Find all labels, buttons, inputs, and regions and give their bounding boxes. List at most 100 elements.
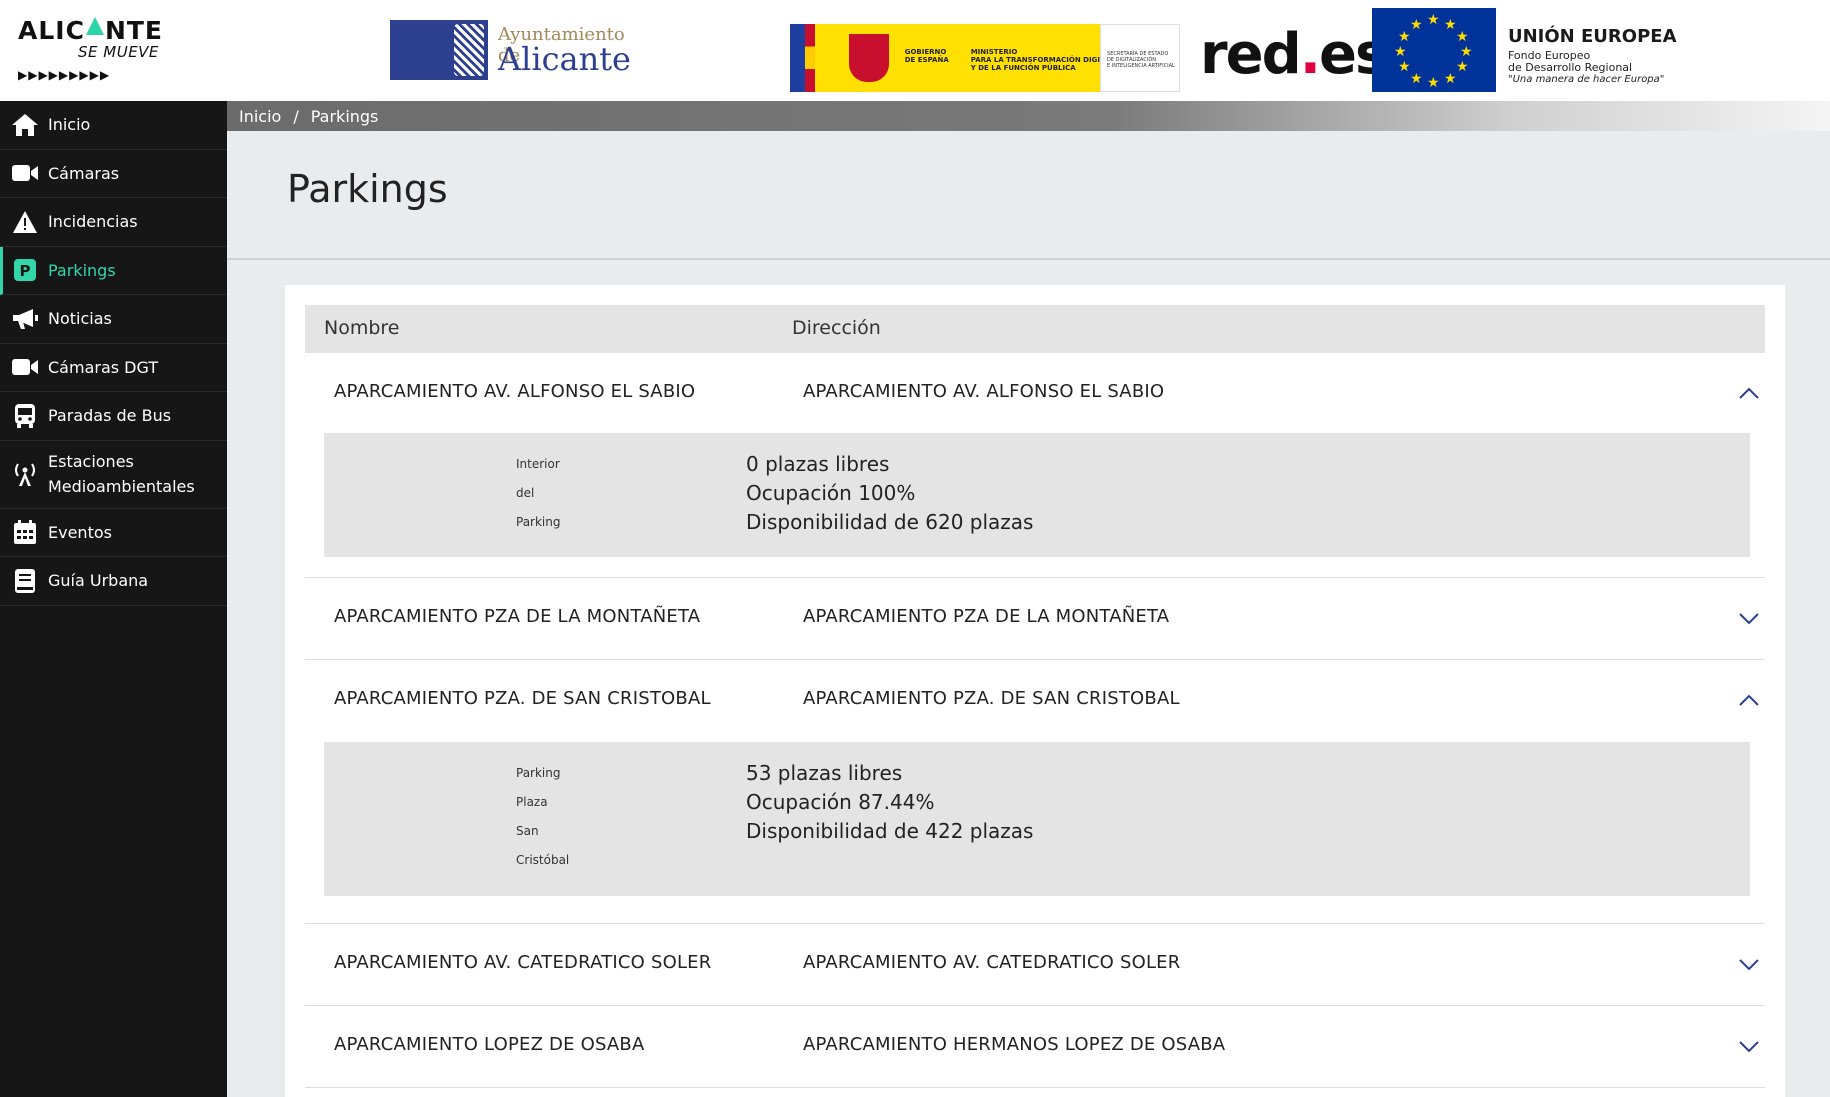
sidebar-item-label: Paradas de Bus [48, 406, 172, 426]
antenna-icon [10, 461, 40, 487]
detail-label-line: del [516, 486, 535, 500]
parking-address: APARCAMIENTO PZA. DE SAN CRISTOBAL [803, 688, 1180, 709]
site-header: ALIC NTE SE MUEVE ▶▶▶▶▶▶▶▶▶ Ayuntamiento … [0, 0, 1830, 101]
video-camera-icon [10, 354, 40, 380]
gobierno-espana-logo: GOBIERNO DE ESPAÑA MINISTERIO PARA LA TR… [790, 24, 1180, 92]
sidebar-item-camaras[interactable]: Cámaras [0, 150, 227, 198]
parking-name: APARCAMIENTO PZA DE LA MONTAÑETA [334, 606, 701, 627]
sidebar-item-label-line2: Medioambientales [48, 477, 195, 496]
megaphone-icon [10, 306, 40, 332]
chevron-up-icon[interactable] [1737, 688, 1761, 712]
parking-detail: Parking Plaza San Cristóbal 53 plazas li… [324, 742, 1750, 896]
sidebar-item-inicio[interactable]: Inicio [0, 101, 227, 150]
free-spaces: 53 plazas libres [746, 761, 903, 785]
detail-values: 0 plazas libres Ocupación 100% Disponibi… [746, 450, 1033, 537]
sidebar-item-guia-urbana[interactable]: Guía Urbana [0, 557, 227, 606]
chevron-down-icon[interactable] [1737, 1034, 1761, 1058]
table-row: APARCAMIENTO PZA DE LA MONTAÑETA APARCAM… [305, 578, 1765, 660]
sidebar: Inicio Cámaras Incidencias P Parkings No… [0, 101, 227, 1097]
sidebar-item-estaciones[interactable]: Estaciones Medioambientales [0, 441, 227, 509]
triangle-a-icon [85, 17, 104, 35]
sidebar-item-label: Cámaras [48, 163, 120, 183]
parking-address: APARCAMIENTO HERMANOS LOPEZ DE OSABA [803, 1034, 1226, 1055]
brand-subtitle: SE MUEVE [78, 43, 159, 61]
table-row: APARCAMIENTO LOPEZ DE OSABA APARCAMIENTO… [305, 1006, 1765, 1088]
sidebar-item-paradas-bus[interactable]: Paradas de Bus [0, 392, 227, 441]
sidebar-item-label: Estaciones Medioambientales [48, 449, 195, 499]
row-toggle[interactable]: APARCAMIENTO PZA. DE SAN CRISTOBAL APARC… [305, 660, 1765, 740]
home-icon [10, 112, 40, 138]
free-spaces: 0 plazas libres [746, 452, 890, 476]
parking-address: APARCAMIENTO AV. CATEDRATICO SOLER [803, 952, 1181, 973]
sidebar-item-incidencias[interactable]: Incidencias [0, 198, 227, 247]
breadcrumb-home-link[interactable]: Inicio [239, 107, 281, 126]
chevron-down-icon[interactable] [1737, 952, 1761, 976]
secretaria-text: SECRETARÍA DE ESTADO DE DIGITALIZACIÓN E… [1107, 51, 1175, 69]
parking-name: APARCAMIENTO AV. CATEDRATICO SOLER [334, 952, 712, 973]
occupancy: Ocupación 87.44% [746, 790, 935, 814]
parkings-table: Nombre Dirección APARCAMIENTO AV. ALFONS… [285, 285, 1785, 1097]
ministerio-block: GOBIERNO DE ESPAÑA MINISTERIO PARA LA TR… [814, 24, 1114, 92]
sidebar-item-label: Inicio [48, 115, 91, 135]
parking-detail: Interior del Parking 0 plazas libres Ocu… [324, 433, 1750, 557]
parking-icon: P [10, 257, 40, 283]
row-toggle[interactable]: APARCAMIENTO LOPEZ DE OSABA APARCAMIENTO… [305, 1006, 1765, 1086]
sidebar-item-label-line1: Estaciones [48, 452, 134, 471]
sidebar-item-parkings[interactable]: P Parkings [0, 246, 227, 295]
book-icon [10, 568, 40, 594]
warning-icon [10, 209, 40, 235]
sidebar-item-eventos[interactable]: Eventos [0, 509, 227, 557]
table-header: Nombre Dirección [305, 305, 1765, 353]
sidebar-item-label: Incidencias [48, 212, 138, 232]
parking-name: APARCAMIENTO LOPEZ DE OSABA [334, 1034, 645, 1055]
bus-icon [10, 403, 40, 429]
column-header-name: Nombre [324, 317, 400, 339]
eu-text: UNIÓN EUROPEA Fondo Europeo de Desarroll… [1508, 26, 1677, 86]
ayuntamiento-logo: Ayuntamiento de Alicante [390, 20, 650, 80]
ayuntamiento-line2: Alicante [498, 40, 631, 78]
breadcrumb: Inicio / Parkings [227, 101, 1830, 131]
occupancy: Ocupación 100% [746, 481, 916, 505]
gobierno-text: GOBIERNO DE ESPAÑA [904, 48, 949, 64]
detail-label-line: Parking [516, 766, 561, 780]
eu-motto: "Una manera de hacer Europa" [1508, 74, 1665, 85]
table-row: APARCAMIENTO AV. CATEDRATICO SOLER APARC… [305, 924, 1765, 1006]
eu-title: UNIÓN EUROPEA [1508, 26, 1677, 47]
eu-fund-line2: de Desarrollo Regional [1508, 61, 1633, 74]
detail-label: Parking Plaza San Cristóbal [516, 759, 569, 875]
ministerio-text: MINISTERIO PARA LA TRANSFORMACIÓN DIGITA… [970, 48, 1115, 72]
sidebar-item-label: Eventos [48, 522, 112, 542]
detail-label-line: Plaza [516, 795, 548, 809]
chevron-down-icon[interactable] [1737, 606, 1761, 630]
brand-title: ALIC NTE [18, 16, 163, 45]
detail-values: 53 plazas libres Ocupación 87.44% Dispon… [746, 759, 1033, 846]
row-toggle[interactable]: APARCAMIENTO AV. CATEDRATICO SOLER APARC… [305, 924, 1765, 1004]
sidebar-item-label: Cámaras DGT [48, 357, 159, 377]
coat-of-arms-icon [848, 34, 889, 82]
column-header-address: Dirección [792, 317, 881, 339]
row-toggle[interactable]: APARCAMIENTO AV. ALFONSO EL SABIO APARCA… [305, 353, 1765, 433]
sidebar-item-noticias[interactable]: Noticias [0, 295, 227, 344]
ayuntamiento-crest-icon [390, 20, 488, 80]
capacity: Disponibilidad de 422 plazas [746, 819, 1034, 843]
detail-label: Interior del Parking [516, 450, 561, 537]
detail-label-line: Interior [516, 457, 560, 471]
alicante-se-mueve-logo[interactable]: ALIC NTE SE MUEVE ▶▶▶▶▶▶▶▶▶ [18, 16, 168, 86]
detail-label-line: Cristóbal [516, 853, 570, 867]
parking-name: APARCAMIENTO AV. ALFONSO EL SABIO [334, 381, 696, 402]
row-toggle[interactable]: APARCAMIENTO PZA DE LA MONTAÑETA APARCAM… [305, 578, 1765, 658]
secretaria-block: SECRETARÍA DE ESTADO DE DIGITALIZACIÓN E… [1100, 24, 1180, 92]
parking-address: APARCAMIENTO PZA DE LA MONTAÑETA [803, 606, 1170, 627]
chevron-up-icon[interactable] [1737, 381, 1761, 405]
svg-text:P: P [20, 262, 31, 280]
sidebar-item-camaras-dgt[interactable]: Cámaras DGT [0, 344, 227, 392]
calendar-icon [10, 519, 40, 545]
page-title-section: Parkings [227, 131, 1830, 260]
eu-stripe-icon [790, 24, 815, 92]
parking-name: APARCAMIENTO PZA. DE SAN CRISTOBAL [334, 688, 711, 709]
eu-flag-icon: ★ ★ ★ ★ ★ ★ ★ ★ ★ ★ ★ ★ [1372, 8, 1496, 92]
brand-arrows: ▶▶▶▶▶▶▶▶▶ [18, 68, 111, 82]
parking-address: APARCAMIENTO AV. ALFONSO EL SABIO [803, 381, 1165, 402]
detail-label-line: Parking [516, 515, 561, 529]
capacity: Disponibilidad de 620 plazas [746, 510, 1034, 534]
